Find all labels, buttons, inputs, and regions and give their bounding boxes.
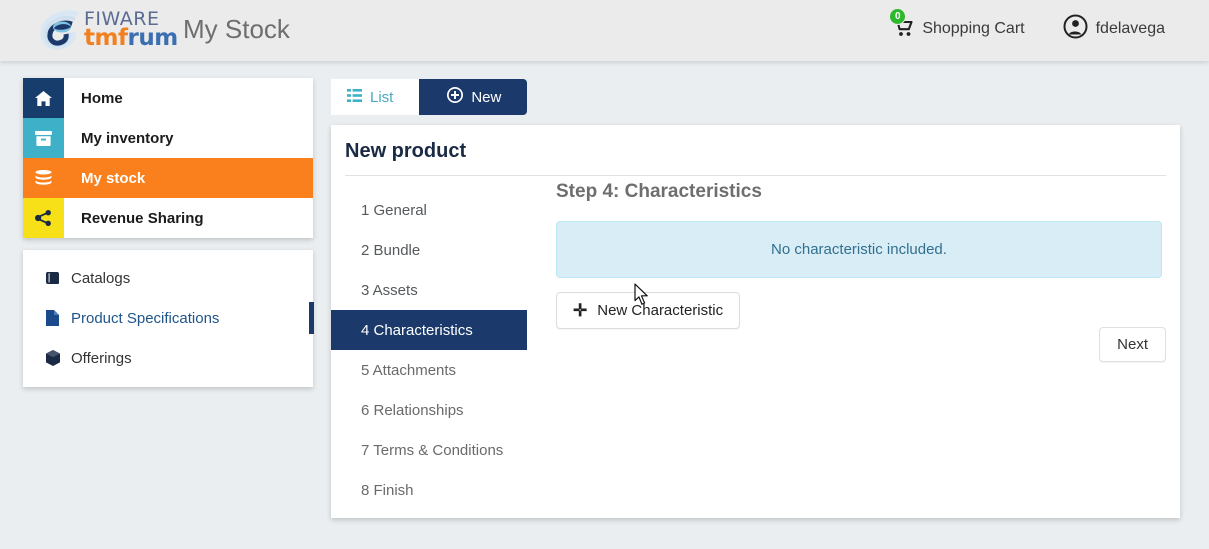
wizard-step-general[interactable]: 1 General [331, 190, 527, 230]
submenu-label-offerings: Offerings [71, 350, 132, 367]
submenu-item-offerings[interactable]: Offerings [23, 338, 313, 378]
header-actions: 0 Shopping Cart fdelavega [893, 14, 1165, 44]
archive-icon [23, 118, 64, 158]
logo-wordmark: FIWARE tmfrum [84, 10, 178, 50]
panel-title: New product [345, 140, 466, 163]
submenu-label-catalogs: Catalogs [71, 270, 130, 287]
user-circle-icon [1063, 14, 1088, 44]
logo-tmforum-text: tmfrum [84, 27, 178, 50]
list-icon [347, 89, 362, 106]
sidebar-item-my-inventory[interactable]: My inventory [23, 118, 313, 158]
no-characteristic-alert: No characteristic included. [556, 221, 1162, 278]
tab-new-label: New [471, 89, 501, 106]
shopping-cart-button[interactable]: 0 Shopping Cart [893, 17, 1024, 42]
main-sidebar: Home My inventory My stock Revenue Shar [23, 78, 313, 238]
panel-divider [345, 175, 1166, 176]
wizard-step-content: Step 4: Characteristics No characteristi… [556, 181, 1162, 329]
share-icon [23, 198, 64, 238]
submenu-label-product-specifications: Product Specifications [71, 310, 219, 327]
wizard-step-characteristics[interactable]: 4 Characteristics [331, 310, 527, 350]
wizard-step-attachments[interactable]: 5 Attachments [331, 350, 527, 390]
stock-submenu: Catalogs Product Specifications Offering… [23, 250, 313, 387]
wizard-step-bundle[interactable]: 2 Bundle [331, 230, 527, 270]
sidebar-item-my-stock[interactable]: My stock [23, 158, 313, 198]
book-icon [45, 271, 71, 285]
sidebar-label-home: Home [64, 78, 313, 118]
plus-icon: ✛ [573, 302, 587, 319]
app-header: FIWARE tmfrum My Stock 0 Shopping Cart [0, 0, 1209, 61]
user-name-label: fdelavega [1096, 20, 1165, 38]
cube-icon [45, 350, 71, 366]
content-panel: New product 1 General 2 Bundle 3 Assets … [331, 125, 1180, 518]
wizard-step-list: 1 General 2 Bundle 3 Assets 4 Characteri… [331, 190, 527, 510]
tab-list[interactable]: List [331, 79, 419, 115]
file-icon [45, 310, 71, 326]
page-title: My Stock [183, 14, 290, 45]
wizard-step-assets[interactable]: 3 Assets [331, 270, 527, 310]
cart-count-badge: 0 [889, 8, 906, 25]
sidebar-item-revenue-sharing[interactable]: Revenue Sharing [23, 198, 313, 238]
step-heading: Step 4: Characteristics [556, 181, 1162, 203]
sidebar-item-home[interactable]: Home [23, 78, 313, 118]
tab-list-label: List [370, 89, 393, 106]
selected-indicator-bar [309, 302, 314, 334]
brand-logo[interactable]: FIWARE tmfrum [38, 8, 178, 52]
wizard-step-terms-conditions[interactable]: 7 Terms & Conditions [331, 430, 527, 470]
wizard-step-relationships[interactable]: 6 Relationships [331, 390, 527, 430]
new-characteristic-label: New Characteristic [597, 302, 723, 319]
fiware-swirl-icon [38, 8, 82, 52]
database-icon [23, 158, 64, 198]
home-icon [23, 78, 64, 118]
sidebar-label-my-inventory: My inventory [64, 118, 313, 158]
sidebar-label-revenue-sharing: Revenue Sharing [64, 198, 313, 238]
submenu-item-product-specifications[interactable]: Product Specifications [23, 298, 313, 338]
wizard-step-finish[interactable]: 8 Finish [331, 470, 527, 510]
sidebar-label-my-stock: My stock [64, 158, 313, 198]
new-characteristic-button[interactable]: ✛ New Characteristic [556, 292, 740, 329]
plus-circle-icon [447, 87, 463, 107]
shopping-cart-label: Shopping Cart [922, 20, 1024, 38]
user-menu-button[interactable]: fdelavega [1063, 14, 1165, 44]
submenu-item-catalogs[interactable]: Catalogs [23, 258, 313, 298]
next-button[interactable]: Next [1099, 327, 1166, 362]
breadcrumb: List New [331, 79, 527, 115]
